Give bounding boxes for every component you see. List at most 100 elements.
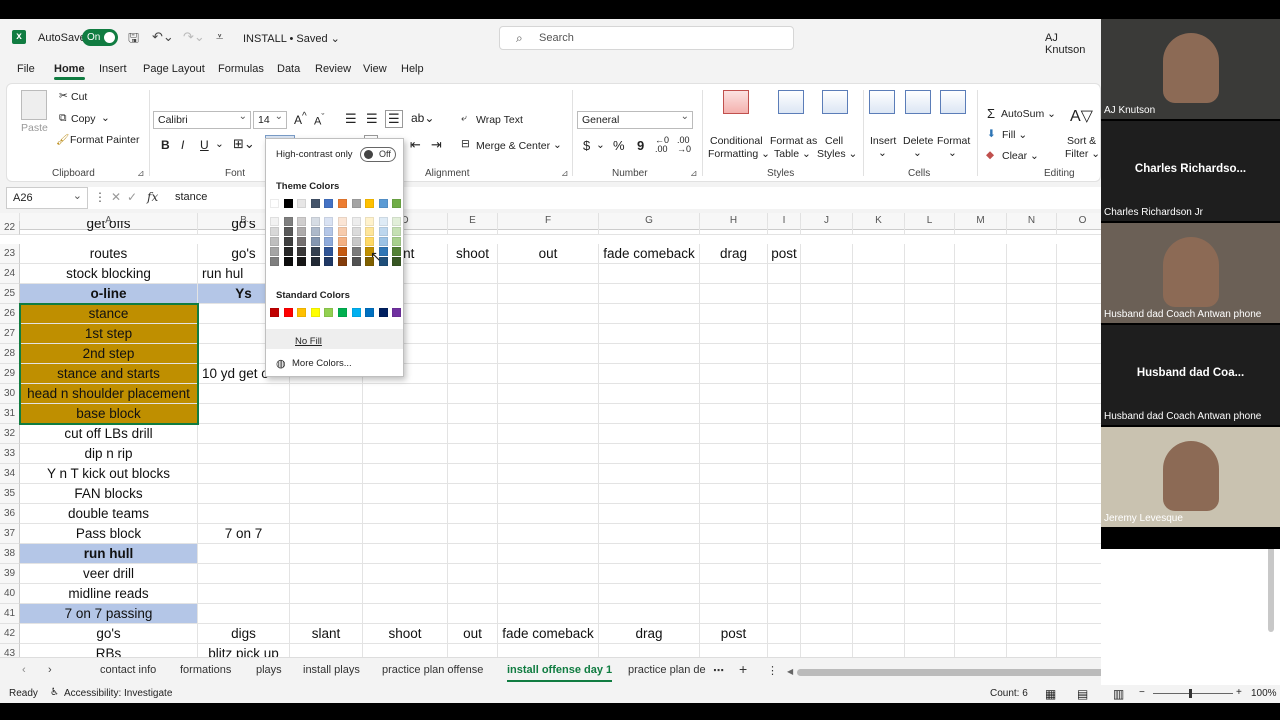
theme-shade-swatch[interactable] — [351, 237, 361, 246]
cell-i23[interactable]: post — [768, 244, 801, 264]
theme-shade-swatch[interactable] — [324, 227, 334, 236]
insert-cells-button[interactable]: Insert — [870, 135, 896, 147]
cell-h24[interactable] — [700, 264, 768, 284]
cell-f33[interactable] — [498, 444, 599, 464]
cell-m32[interactable] — [955, 424, 1007, 444]
theme-shade-swatch[interactable] — [392, 227, 402, 236]
cell-o32[interactable] — [1057, 424, 1101, 444]
cell-n29[interactable] — [1007, 364, 1057, 384]
save-icon[interactable]: 🖫 — [128, 29, 139, 51]
cell-n34[interactable] — [1007, 464, 1057, 484]
cell-h22[interactable] — [700, 221, 768, 235]
cell-m39[interactable] — [955, 564, 1007, 584]
cell-g36[interactable] — [599, 504, 700, 524]
theme-shade-swatch[interactable] — [283, 237, 293, 246]
cell-styles-sub[interactable]: Styles ⌄ — [817, 148, 857, 160]
next-sheet-icon[interactable]: › — [48, 664, 52, 676]
cell-h39[interactable] — [700, 564, 768, 584]
row-header-42[interactable]: 42 — [0, 624, 20, 644]
cell-h30[interactable] — [700, 384, 768, 404]
cell-e36[interactable] — [448, 504, 498, 524]
sheet-tab-install-offense-day-1[interactable]: install offense day 1 — [507, 664, 613, 682]
cell-b30[interactable] — [198, 384, 290, 404]
theme-shade-swatch[interactable] — [365, 237, 375, 246]
row-header-30[interactable]: 30 — [0, 384, 20, 404]
cell-g29[interactable] — [599, 364, 700, 384]
cell-b32[interactable] — [198, 424, 290, 444]
cell-o26[interactable] — [1057, 304, 1101, 324]
cell-o33[interactable] — [1057, 444, 1101, 464]
cell-o39[interactable] — [1057, 564, 1101, 584]
cell-c41[interactable] — [290, 604, 363, 624]
cell-a23[interactable]: routes — [20, 244, 198, 264]
cell-j25[interactable] — [801, 284, 853, 304]
cell-n42[interactable] — [1007, 624, 1057, 644]
theme-shade-swatch[interactable] — [324, 247, 334, 256]
row-header-31[interactable]: 31 — [0, 404, 20, 424]
theme-shade-swatch[interactable] — [283, 257, 293, 266]
customize-toolbar-icon[interactable]: ⩡ — [216, 29, 223, 45]
standard-color-swatch[interactable] — [338, 308, 347, 317]
cell-j22[interactable] — [801, 221, 853, 235]
cell-styles-button[interactable]: Cell — [825, 135, 843, 147]
theme-shade-swatch[interactable] — [297, 227, 307, 236]
theme-shade-swatch[interactable] — [270, 247, 279, 256]
theme-shade-swatch[interactable] — [324, 257, 334, 266]
cell-b42[interactable]: digs — [198, 624, 290, 644]
cell-o35[interactable] — [1057, 484, 1101, 504]
row-header-36[interactable]: 36 — [0, 504, 20, 524]
row-header-39[interactable]: 39 — [0, 564, 20, 584]
cell-k26[interactable] — [853, 304, 905, 324]
cell-l25[interactable] — [905, 284, 955, 304]
cell-l37[interactable] — [905, 524, 955, 544]
cell-f28[interactable] — [498, 344, 599, 364]
theme-shade-swatch[interactable] — [270, 237, 279, 246]
autosum-button[interactable]: AutoSum ⌄ — [1001, 108, 1056, 120]
cell-c40[interactable] — [290, 584, 363, 604]
cell-d34[interactable] — [363, 464, 448, 484]
cell-f40[interactable] — [498, 584, 599, 604]
cell-m31[interactable] — [955, 404, 1007, 424]
tab-data[interactable]: Data — [277, 63, 300, 75]
cell-d41[interactable] — [363, 604, 448, 624]
cell-i31[interactable] — [768, 404, 801, 424]
cell-b37[interactable]: 7 on 7 — [198, 524, 290, 544]
insert-cells-icon[interactable] — [869, 90, 895, 114]
cell-j38[interactable] — [801, 544, 853, 564]
cell-g31[interactable] — [599, 404, 700, 424]
cell-d31[interactable] — [363, 404, 448, 424]
cell-f38[interactable] — [498, 544, 599, 564]
cell-a42[interactable]: go's — [20, 624, 198, 644]
cell-k28[interactable] — [853, 344, 905, 364]
cell-f25[interactable] — [498, 284, 599, 304]
cell-i22[interactable] — [768, 221, 801, 235]
cell-i27[interactable] — [768, 324, 801, 344]
cell-styles-icon[interactable] — [822, 90, 848, 114]
cell-a33[interactable]: dip n rip — [20, 444, 198, 464]
cell-i36[interactable] — [768, 504, 801, 524]
cell-h31[interactable] — [700, 404, 768, 424]
cell-h38[interactable] — [700, 544, 768, 564]
cell-l31[interactable] — [905, 404, 955, 424]
merge-dropdown-icon[interactable]: ⌄ — [553, 139, 562, 151]
delete-cells-button[interactable]: Delete — [903, 135, 933, 147]
cell-n41[interactable] — [1007, 604, 1057, 624]
theme-shade-swatch[interactable] — [310, 227, 320, 236]
row-header-23[interactable]: 23 — [0, 244, 20, 264]
cell-n30[interactable] — [1007, 384, 1057, 404]
autosave-toggle[interactable]: On — [82, 29, 118, 46]
copy-button[interactable]: Copy — [71, 113, 96, 125]
cell-g22[interactable] — [599, 221, 700, 235]
row-header-41[interactable]: 41 — [0, 604, 20, 624]
sort-filter-sub[interactable]: Filter ⌄ — [1065, 148, 1100, 160]
cell-d36[interactable] — [363, 504, 448, 524]
cell-n33[interactable] — [1007, 444, 1057, 464]
cell-e37[interactable] — [448, 524, 498, 544]
cell-n28[interactable] — [1007, 344, 1057, 364]
tab-review[interactable]: Review — [315, 63, 351, 75]
accessibility-status[interactable]: Accessibility: Investigate — [64, 688, 172, 699]
cell-f23[interactable]: out — [498, 244, 599, 264]
clear-button[interactable]: Clear ⌄ — [1002, 150, 1039, 162]
cell-b35[interactable] — [198, 484, 290, 504]
cell-h29[interactable] — [700, 364, 768, 384]
